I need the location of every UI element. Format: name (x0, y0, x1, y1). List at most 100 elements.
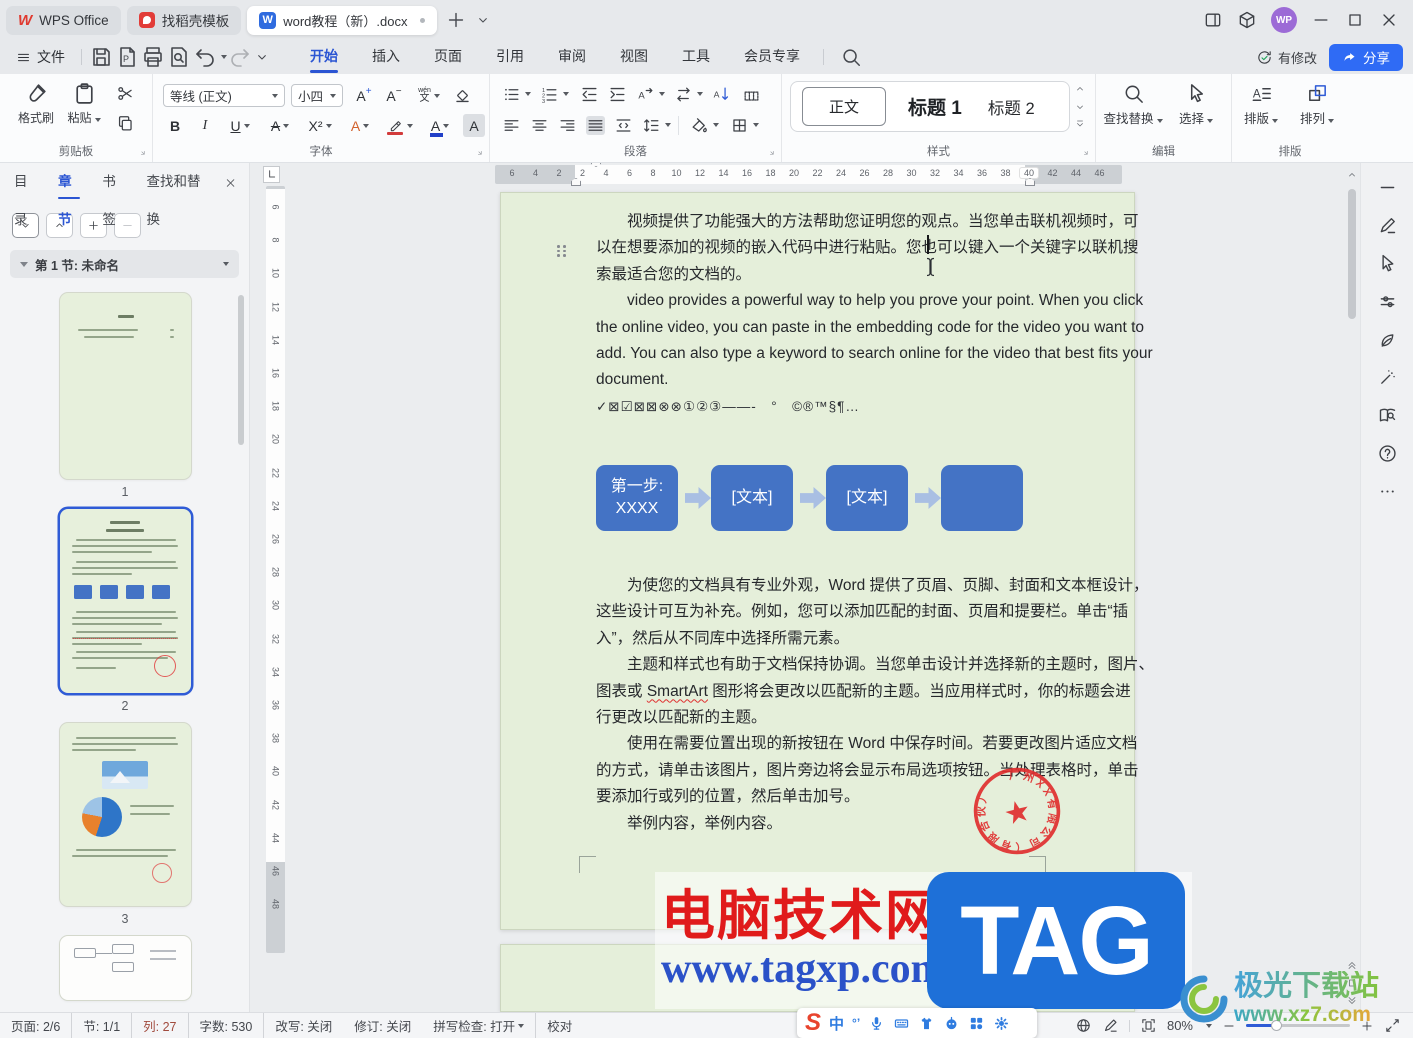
underline-button[interactable]: U (223, 114, 257, 137)
strikethrough-button[interactable]: A (263, 114, 297, 137)
line-spacing-icon[interactable] (642, 116, 661, 135)
vertical-ruler[interactable]: 6 8 10 12 14 16 18 20 22 24 26 28 30 32 34 36 38 40 42 44 46… (266, 186, 285, 953)
shading-icon[interactable] (690, 116, 709, 135)
flowchart-box-1[interactable]: 第一步: XXXX (596, 465, 678, 531)
menu-item-5[interactable]: 视图 (603, 40, 665, 74)
style-heading1[interactable]: 标题 1 (908, 93, 962, 120)
zoom-level[interactable]: 80% (1167, 1018, 1193, 1033)
file-menu[interactable]: 文件 (0, 47, 75, 67)
page-thumbnail-4[interactable] (59, 936, 191, 1000)
nav-panel-close-icon[interactable] (224, 175, 237, 191)
print-preview-button[interactable] (167, 45, 191, 69)
paste-button[interactable]: 粘贴 (62, 81, 106, 126)
redo-button[interactable] (228, 45, 252, 69)
menu-item-3[interactable]: 引用 (479, 40, 541, 74)
select-button[interactable]: 选择 (1170, 82, 1222, 127)
search-icon[interactable] (840, 46, 862, 68)
avatar[interactable]: WP (1271, 7, 1297, 33)
document-page-2[interactable]: 视频提供了功能强大的方法帮助您证明您的观点。当您单击联机视频时，可 以在想要添加的… (500, 192, 1154, 930)
page-select-icon[interactable] (1346, 977, 1358, 989)
arrange-button[interactable]: 排列 (1290, 82, 1344, 127)
styles-scroll-up-icon[interactable] (1074, 83, 1086, 95)
zoom-in-icon[interactable] (1360, 1019, 1374, 1033)
cut-button[interactable] (116, 84, 135, 103)
sync-status[interactable]: 有修改 (1256, 48, 1317, 67)
superscript-button[interactable]: X² (303, 114, 337, 137)
skin-icon[interactable] (918, 1015, 935, 1032)
font-expand-icon[interactable] (476, 149, 485, 158)
styles-gallery-open-icon[interactable] (1074, 118, 1086, 130)
flowchart-box-3[interactable]: [文本] (826, 465, 908, 531)
bold-button[interactable]: B (163, 114, 187, 137)
font-family-select[interactable]: 等线 (正文) (163, 84, 285, 107)
format-painter-button[interactable]: 格式刷 (14, 81, 58, 126)
fit-page-icon[interactable] (1140, 1017, 1157, 1034)
flowchart-box-4[interactable] (941, 465, 1023, 531)
align-left-icon[interactable] (502, 116, 521, 135)
adjust-settings-icon[interactable] (1377, 291, 1398, 312)
undo-dropdown[interactable] (221, 55, 227, 59)
scroll-up-icon[interactable] (1346, 169, 1358, 181)
page-thumbnail-2[interactable] (59, 509, 191, 693)
horizontal-ruler[interactable]: 6 4 2 2 4 6 8 10 12 14 16 18 20 22 24 26 28 30 32 34 36 38 40 4… (495, 163, 1122, 186)
virtual-keyboard-icon[interactable] (893, 1015, 910, 1032)
sort-icon[interactable]: A (712, 85, 731, 104)
italic-button[interactable]: I (193, 114, 217, 137)
scrollbar-thumb[interactable] (1348, 189, 1356, 319)
status-item-1[interactable]: 节: 1/1 (72, 1012, 133, 1038)
grid-icon[interactable] (742, 85, 761, 104)
justify-icon[interactable] (586, 116, 605, 135)
status-item-6[interactable]: 拼写检查: 打开 (422, 1012, 537, 1038)
styles-expand-icon[interactable] (1082, 149, 1091, 158)
edit-tool-icon[interactable] (1377, 215, 1398, 236)
tab-stop-selector[interactable] (263, 166, 280, 183)
sogou-logo-ic[interactable]: S (805, 1011, 821, 1035)
wrap-icon[interactable] (674, 85, 693, 104)
font-size-select[interactable]: 小四 (291, 84, 343, 107)
find-replace-button[interactable]: 查找替换 (1102, 82, 1164, 127)
nav-tab-2[interactable]: 书签 (102, 163, 124, 227)
status-item-7[interactable]: 校对 (536, 1013, 583, 1038)
menu-item-6[interactable]: 工具 (665, 40, 727, 74)
tab-document[interactable]: W word教程（新）.docx (247, 5, 438, 35)
distribute-icon[interactable] (614, 116, 633, 135)
fullscreen-icon[interactable] (1384, 1017, 1401, 1034)
tab-wps-home[interactable]: W WPS Office (6, 5, 121, 35)
beautify-wand-icon[interactable] (1377, 367, 1398, 388)
close-button[interactable] (1379, 10, 1399, 30)
assistant-icon[interactable] (943, 1015, 960, 1032)
export-pdf-button[interactable]: P (115, 45, 139, 69)
status-item-4[interactable]: 改写: 关闭 (264, 1013, 343, 1038)
nav-scrollbar[interactable] (238, 295, 244, 445)
ink-pen-icon[interactable] (1102, 1017, 1119, 1034)
status-item-2[interactable]: 列: 27 (132, 1012, 189, 1038)
smartart-flowchart[interactable]: 第一步: XXXX [文本] [文本] (596, 465, 1046, 533)
text-effects-button[interactable]: A (343, 114, 377, 137)
language-globe-icon[interactable] (1075, 1017, 1092, 1034)
workspace-cube-icon[interactable] (1237, 10, 1257, 30)
select-tool-icon[interactable] (1377, 253, 1398, 274)
print-button[interactable] (141, 45, 165, 69)
document-page-3[interactable] (500, 944, 1135, 1012)
menu-item-1[interactable]: 插入 (355, 40, 417, 74)
align-right-icon[interactable] (558, 116, 577, 135)
numbering-icon[interactable]: 123 (540, 85, 559, 104)
next-page-icon[interactable] (1346, 995, 1358, 1007)
voice-input-icon[interactable] (868, 1015, 885, 1032)
quickbar-more-button[interactable] (254, 45, 270, 69)
nav-tab-1[interactable]: 章节 (58, 163, 81, 227)
eraser-icon[interactable] (453, 86, 472, 105)
undo-button[interactable] (193, 45, 217, 69)
style-heading2[interactable]: 标题 2 (988, 95, 1035, 119)
highlight-button[interactable] (383, 114, 417, 137)
font-color-button[interactable]: A (423, 114, 457, 137)
paragraph-drag-handle[interactable] (557, 245, 567, 257)
eco-reader-icon[interactable] (1377, 329, 1398, 350)
tab-docer[interactable]: 找稻壳模板 (126, 5, 242, 35)
decrease-indent-icon[interactable] (580, 85, 599, 104)
share-button[interactable]: 分享 (1329, 43, 1403, 71)
nav-tab-3[interactable]: 查找和替换 (146, 163, 201, 227)
style-normal[interactable]: 正文 (802, 87, 886, 126)
paragraph-expand-icon[interactable] (768, 149, 777, 158)
maximize-button[interactable] (1345, 10, 1365, 30)
